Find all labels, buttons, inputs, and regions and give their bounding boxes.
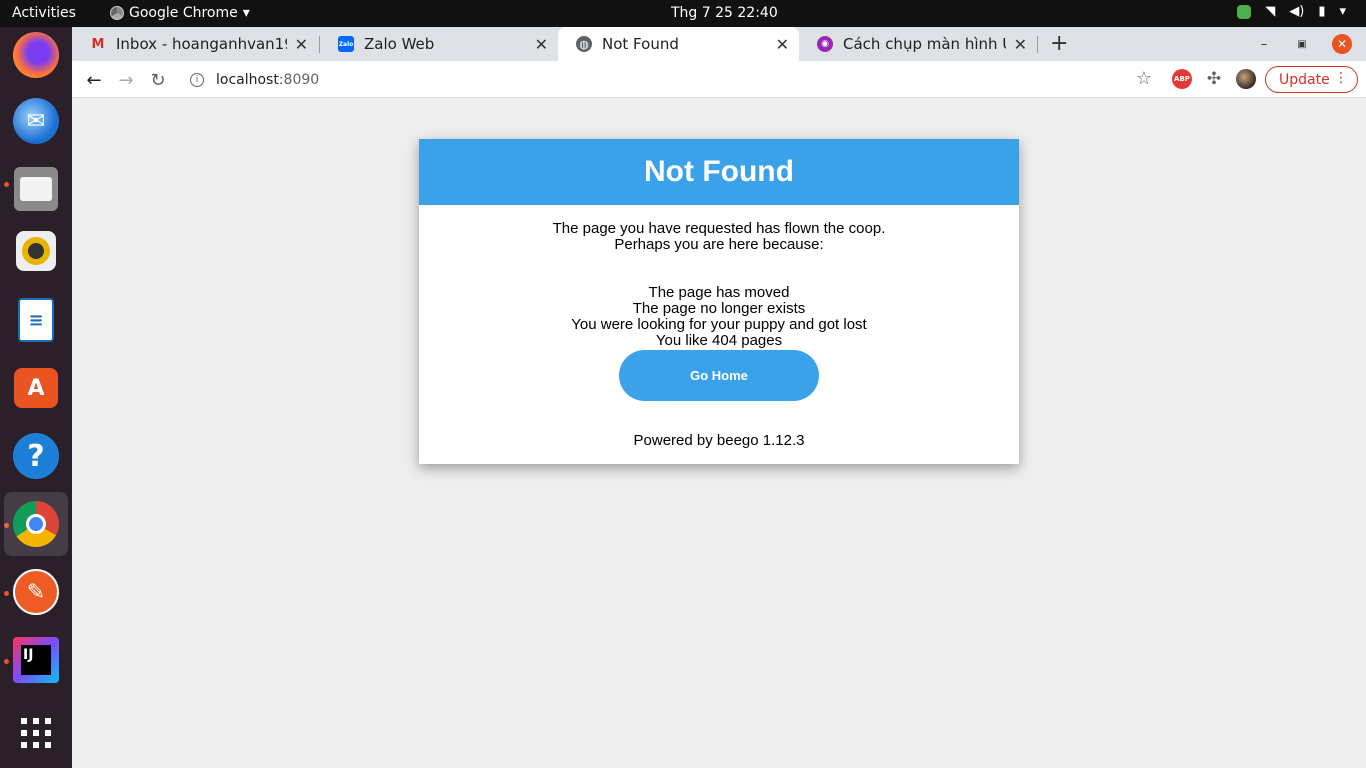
activities-button[interactable]: Activities	[12, 5, 76, 21]
update-notifier-icon[interactable]	[1237, 4, 1252, 19]
error-card-body: The page you have requested has flown th…	[419, 221, 1019, 449]
page-viewport: Not Found The page you have requested ha…	[72, 99, 1366, 768]
tab-title: Inbox - hoanganhvan1996	[116, 35, 287, 53]
error-card-header: Not Found	[419, 139, 1019, 205]
writer-icon: ≡	[18, 298, 54, 342]
intro-line: Perhaps you are here because:	[614, 236, 824, 253]
close-icon[interactable]: ✕	[295, 35, 308, 54]
update-button[interactable]: Update ⋮	[1265, 66, 1358, 93]
postman-icon: ✎	[13, 569, 59, 615]
files-icon	[14, 167, 58, 211]
tab-ubuntu-screenshot[interactable]: ◉ Cách chụp màn hình Ubuntu ✕	[799, 27, 1037, 61]
caret-down-icon: ▾	[242, 5, 250, 21]
dock-files[interactable]	[4, 157, 68, 221]
close-icon[interactable]: ✕	[1014, 35, 1027, 54]
address-bar[interactable]: i localhost:8090 ☆	[180, 65, 1160, 94]
dock-thunderbird[interactable]: ✉	[4, 89, 68, 153]
bookmark-star-icon[interactable]: ☆	[1136, 68, 1152, 89]
info-icon[interactable]: i	[190, 72, 204, 87]
battery-icon: ▮	[1318, 4, 1326, 19]
tab-title: Zalo Web	[364, 35, 435, 53]
gnome-top-bar: Activities Google Chrome ▾ Thg 7 25 22:4…	[0, 0, 1366, 27]
help-icon: ?	[13, 433, 59, 479]
rhythmbox-icon	[16, 231, 56, 271]
system-tray[interactable]: ◥ ◀) ▮ ▾	[1237, 4, 1346, 19]
reload-button[interactable]: ↻	[146, 68, 170, 92]
close-window-button[interactable]: ✕	[1332, 34, 1352, 54]
dock-writer[interactable]: ≡	[4, 288, 68, 352]
tab-title: Not Found	[602, 35, 679, 53]
dock: ✉ ≡ A ? ✎ IJ	[0, 27, 72, 768]
globe-icon: ◍	[576, 36, 592, 52]
dock-firefox[interactable]	[4, 23, 68, 87]
tab-title: Cách chụp màn hình Ubuntu	[843, 35, 1006, 53]
dock-help[interactable]: ?	[4, 424, 68, 488]
dock-app-grid[interactable]	[4, 701, 68, 765]
chrome-icon	[13, 501, 59, 547]
tab-not-found[interactable]: ◍ Not Found ✕	[558, 27, 799, 61]
new-tab-button[interactable]: +	[1050, 31, 1068, 56]
browser-toolbar: ← → ↻ i localhost:8090 ☆ ABP ✣ Update ⋮	[72, 61, 1366, 98]
maximize-button[interactable]: ▣	[1292, 27, 1312, 61]
url-host: localhost	[216, 71, 279, 88]
reasons-list: The page has moved The page no longer ex…	[419, 285, 1019, 349]
adblock-plus-icon[interactable]: ABP	[1172, 69, 1192, 89]
firefox-icon	[13, 32, 59, 78]
chrome-window: M Inbox - hoanganhvan1996 ✕ Zalo Zalo We…	[72, 27, 1366, 768]
volume-icon: ◀)	[1289, 4, 1305, 19]
extensions-puzzle-icon[interactable]: ✣	[1204, 69, 1224, 89]
intellij-icon: IJ	[13, 637, 59, 683]
tab-gmail[interactable]: M Inbox - hoanganhvan1996 ✕	[72, 27, 318, 61]
dock-postman[interactable]: ✎	[4, 560, 68, 624]
site-icon: ◉	[817, 36, 833, 52]
error-card: Not Found The page you have requested ha…	[419, 139, 1019, 464]
chrome-mini-icon	[110, 6, 124, 20]
profile-avatar[interactable]	[1236, 69, 1256, 89]
kebab-menu-icon[interactable]: ⋮	[1334, 70, 1348, 86]
page-title: Not Found	[644, 155, 794, 188]
close-icon[interactable]: ✕	[776, 35, 789, 54]
powered-by-footer: Powered by beego 1.12.3	[633, 432, 805, 449]
wifi-icon: ◥	[1265, 4, 1276, 19]
clock[interactable]: Thg 7 25 22:40	[671, 5, 778, 21]
app-menu-label: Google Chrome	[129, 5, 238, 21]
dock-chrome[interactable]	[4, 492, 68, 556]
dock-rhythmbox[interactable]	[4, 219, 68, 283]
url-text[interactable]: localhost:8090	[216, 72, 319, 88]
tab-strip: M Inbox - hoanganhvan1996 ✕ Zalo Zalo We…	[72, 27, 1366, 61]
update-label: Update	[1279, 71, 1330, 88]
list-item: You like 404 pages	[655, 332, 783, 349]
thunderbird-icon: ✉	[13, 98, 59, 144]
close-icon[interactable]: ✕	[535, 35, 548, 54]
list-item: You were looking for your puppy and got …	[571, 316, 867, 333]
url-port: :8090	[278, 71, 320, 88]
forward-button[interactable]: →	[114, 68, 138, 92]
list-item: The page no longer exists	[632, 300, 806, 317]
intro-text: The page you have requested has flown th…	[419, 221, 1019, 253]
tab-separator	[1037, 36, 1038, 53]
go-home-button[interactable]: Go Home	[619, 350, 819, 401]
caret-down-icon: ▾	[1339, 4, 1346, 19]
dock-software[interactable]: A	[4, 356, 68, 420]
list-item: The page has moved	[648, 284, 790, 301]
zalo-icon: Zalo	[338, 36, 354, 52]
app-menu[interactable]: Google Chrome ▾	[110, 5, 250, 21]
software-icon: A	[14, 368, 58, 408]
back-button[interactable]: ←	[82, 68, 106, 92]
tab-zalo[interactable]: Zalo Zalo Web ✕	[320, 27, 558, 61]
app-grid-icon	[21, 718, 51, 748]
dock-intellij[interactable]: IJ	[4, 628, 68, 692]
gmail-icon: M	[91, 36, 105, 52]
intro-line: The page you have requested has flown th…	[552, 220, 886, 237]
minimize-button[interactable]: –	[1254, 27, 1274, 61]
